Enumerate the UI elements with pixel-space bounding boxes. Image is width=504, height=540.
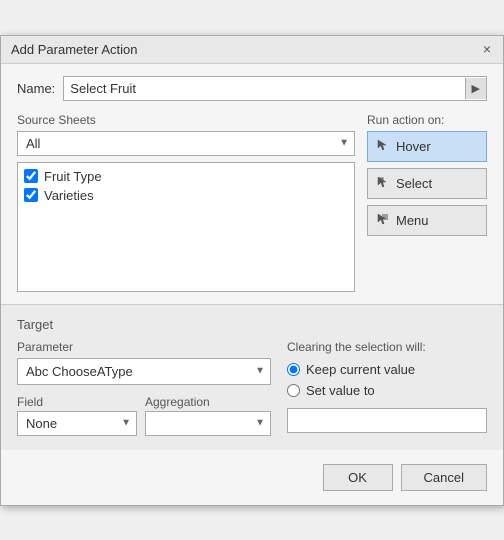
parameter-label: Parameter (17, 340, 271, 354)
list-item: Fruit Type (24, 169, 348, 184)
close-button[interactable]: × (481, 42, 493, 56)
hover-icon (376, 138, 390, 155)
target-left: Parameter Abc ChooseAType ▼ Field Aggreg… (17, 340, 271, 436)
run-action-section: Run action on: Hover (367, 113, 487, 292)
list-item: Varieties (24, 188, 348, 203)
title-bar: Add Parameter Action × (1, 36, 503, 64)
name-arrow-button[interactable]: ▶ (465, 78, 486, 99)
source-sheets-label: Source Sheets (17, 113, 355, 127)
param-dropdown-wrap: Abc ChooseAType ▼ (17, 358, 271, 385)
menu-button[interactable]: Menu (367, 205, 487, 236)
aggregation-dropdown-wrap: ▼ (145, 411, 271, 436)
set-value-radio[interactable] (287, 384, 300, 397)
dialog-body: Name: ▶ Source Sheets All ▼ (1, 64, 503, 304)
keep-value-row: Keep current value (287, 362, 487, 377)
field-dropdown[interactable]: None (17, 411, 137, 436)
fruit-type-label: Fruit Type (44, 169, 102, 184)
select-icon (376, 175, 390, 192)
fruit-type-checkbox[interactable] (24, 169, 38, 183)
hover-label: Hover (396, 139, 431, 154)
dialog-title: Add Parameter Action (11, 42, 137, 57)
cancel-button[interactable]: Cancel (401, 464, 487, 491)
run-action-label: Run action on: (367, 113, 487, 127)
aggregation-dropdown[interactable] (145, 411, 271, 436)
menu-icon (376, 212, 390, 229)
name-row: Name: ▶ (17, 76, 487, 101)
source-sheets-dropdown[interactable]: All (17, 131, 355, 156)
keep-value-label: Keep current value (306, 362, 415, 377)
field-dropdown-wrap: None ▼ (17, 411, 137, 436)
main-two-col: Source Sheets All ▼ Fruit Type Varieties (17, 113, 487, 292)
set-value-row: Set value to (287, 383, 487, 398)
field-col-label: Field (17, 395, 137, 409)
select-button[interactable]: Select (367, 168, 487, 199)
parameter-dropdown[interactable]: Abc ChooseAType (17, 358, 271, 385)
select-label: Select (396, 176, 432, 191)
source-sheets-section: Source Sheets All ▼ Fruit Type Varieties (17, 113, 355, 292)
target-label: Target (17, 317, 487, 332)
name-input[interactable] (64, 77, 464, 100)
target-section: Target Parameter Abc ChooseAType ▼ Field… (1, 304, 503, 450)
set-value-label: Set value to (306, 383, 375, 398)
varieties-label: Varieties (44, 188, 94, 203)
target-row: Parameter Abc ChooseAType ▼ Field Aggreg… (17, 340, 487, 436)
source-dropdown-wrap: All ▼ (17, 131, 355, 156)
field-aggr-labels: Field Aggregation (17, 395, 271, 409)
target-right: Clearing the selection will: Keep curren… (287, 340, 487, 436)
button-row: OK Cancel (1, 464, 503, 505)
hover-button[interactable]: Hover (367, 131, 487, 162)
menu-label: Menu (396, 213, 429, 228)
aggregation-col-label: Aggregation (145, 395, 271, 409)
field-aggr-row: None ▼ ▼ (17, 411, 271, 436)
name-input-wrap: ▶ (63, 76, 487, 101)
varieties-checkbox[interactable] (24, 188, 38, 202)
set-value-input[interactable] (287, 408, 487, 433)
ok-button[interactable]: OK (323, 464, 393, 491)
sheets-list: Fruit Type Varieties (17, 162, 355, 292)
add-parameter-action-dialog: Add Parameter Action × Name: ▶ Source Sh… (0, 35, 504, 506)
keep-value-radio[interactable] (287, 363, 300, 376)
clearing-label: Clearing the selection will: (287, 340, 487, 354)
name-label: Name: (17, 81, 55, 96)
